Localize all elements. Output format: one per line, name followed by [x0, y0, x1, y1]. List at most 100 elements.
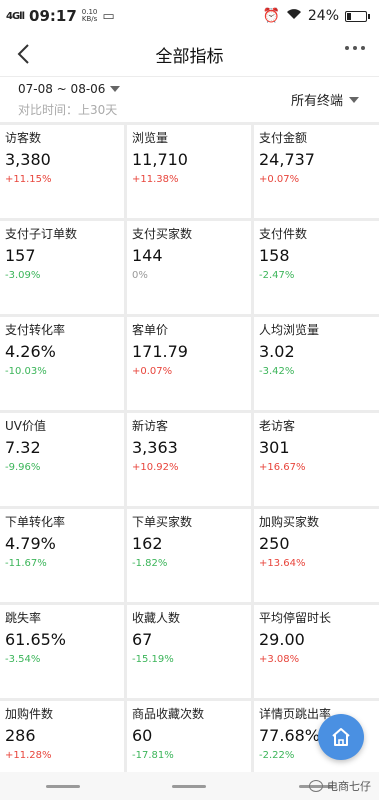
battery-icon	[345, 10, 370, 22]
metric-label: 详情页跳出率	[259, 707, 332, 721]
nav-bar: 全部指标	[0, 32, 379, 76]
metric-card[interactable]: 支付子订单数 157 -3.09%	[0, 221, 124, 314]
metric-change: -2.22%	[259, 750, 295, 761]
home-button[interactable]	[318, 714, 364, 760]
metric-label: 跳失率	[5, 611, 42, 625]
network-speed-unit: KB/s	[81, 15, 98, 23]
metric-label: 商品收藏次数	[132, 707, 205, 721]
metric-label: 新访客	[132, 419, 169, 433]
metric-card[interactable]: 下单转化率 4.79% -11.67%	[0, 509, 124, 602]
metric-value: 67	[132, 630, 153, 649]
alarm-icon: ⏰	[262, 8, 280, 24]
network-speed: 0.10 KB/s	[82, 9, 98, 23]
metric-change: -9.96%	[5, 462, 41, 473]
metric-card[interactable]: UV价值 7.32 -9.96%	[0, 413, 124, 506]
caret-down-icon	[110, 86, 121, 92]
metric-value: 7.32	[5, 438, 41, 457]
metric-value: 162	[132, 534, 163, 553]
metric-label: 平均停留时长	[259, 611, 332, 625]
metric-card[interactable]: 支付买家数 144 0%	[127, 221, 251, 314]
metric-label: 人均浏览量	[259, 323, 320, 337]
metric-label: 支付金额	[259, 131, 308, 145]
chevron-left-icon	[17, 44, 29, 64]
metric-change: -2.47%	[259, 270, 295, 281]
metric-change: -17.81%	[132, 750, 174, 761]
metric-change: -3.54%	[5, 654, 41, 665]
metric-card[interactable]: 人均浏览量 3.02 -3.42%	[254, 317, 379, 410]
notification-icon: ▭	[102, 8, 115, 24]
more-menu-button[interactable]	[345, 46, 365, 50]
terminal-selector[interactable]: 所有终端	[291, 90, 359, 109]
metric-card[interactable]: 支付金额 24,737 +0.07%	[254, 125, 379, 218]
metric-label: 加购买家数	[259, 515, 320, 529]
metric-change: +11.38%	[132, 174, 179, 185]
more-dot-icon	[353, 46, 357, 50]
metric-change: -10.03%	[5, 366, 47, 377]
metric-card[interactable]: 客单价 171.79 +0.07%	[127, 317, 251, 410]
metric-change: +16.67%	[259, 462, 306, 473]
metric-value: 4.26%	[5, 342, 56, 361]
metric-card[interactable]: 老访客 301 +16.67%	[254, 413, 379, 506]
status-bar: 4Gll 09:17 0.10 KB/s ▭ ⏰ 24%	[0, 0, 379, 32]
nav-gesture-line[interactable]	[46, 784, 81, 788]
metric-label: 加购件数	[5, 707, 54, 721]
status-left: 4Gll 09:17 0.10 KB/s ▭	[6, 7, 115, 25]
metric-change: +11.28%	[5, 750, 52, 761]
signal-icon: 4Gll	[6, 10, 25, 22]
metric-card[interactable]: 新访客 3,363 +10.92%	[127, 413, 251, 506]
metric-label: 下单买家数	[132, 515, 193, 529]
date-range-selector[interactable]: 07-08 ~ 08-06	[18, 82, 121, 96]
metric-label: 支付买家数	[132, 227, 193, 241]
metric-label: 老访客	[259, 419, 296, 433]
metric-label: 支付转化率	[5, 323, 66, 337]
metric-label: 客单价	[132, 323, 169, 337]
metric-change: +10.92%	[132, 462, 179, 473]
metric-change: -15.19%	[132, 654, 174, 665]
metric-change: +0.07%	[132, 366, 173, 377]
filter-bar: 07-08 ~ 08-06 对比时间：上30天 所有终端	[0, 76, 379, 122]
metric-card[interactable]: 访客数 3,380 +11.15%	[0, 125, 124, 218]
metric-change: -3.42%	[259, 366, 295, 377]
wechat-icon	[309, 780, 323, 792]
metric-change: -1.82%	[132, 558, 168, 569]
metric-change: 0%	[132, 270, 148, 281]
nav-gesture-line[interactable]	[172, 784, 207, 788]
metric-change: -3.09%	[5, 270, 41, 281]
metric-value: 60	[132, 726, 153, 745]
metric-value: 61.65%	[5, 630, 67, 649]
page-title: 全部指标	[155, 46, 224, 67]
clock-time: 09:17	[29, 7, 77, 25]
watermark-text: 电商七仔	[327, 780, 371, 793]
metric-value: 158	[259, 246, 290, 265]
watermark: 电商七仔	[309, 778, 371, 794]
metric-change: +11.15%	[5, 174, 52, 185]
metric-value: 3.02	[259, 342, 295, 361]
metric-value: 157	[5, 246, 36, 265]
metric-card[interactable]: 支付转化率 4.26% -10.03%	[0, 317, 124, 410]
metric-value: 3,363	[132, 438, 178, 457]
metric-card[interactable]: 收藏人数 67 -15.19%	[127, 605, 251, 698]
wifi-icon	[286, 8, 302, 24]
metric-value: 24,737	[259, 150, 315, 169]
metric-card[interactable]: 平均停留时长 29.00 +3.08%	[254, 605, 379, 698]
metric-label: UV价值	[5, 419, 46, 433]
metric-value: 4.79%	[5, 534, 56, 553]
back-button[interactable]	[10, 40, 38, 68]
metric-card[interactable]: 下单买家数 162 -1.82%	[127, 509, 251, 602]
metric-value: 286	[5, 726, 36, 745]
metric-change: +13.64%	[259, 558, 306, 569]
metric-change: -11.67%	[5, 558, 47, 569]
metric-card[interactable]: 浏览量 11,710 +11.38%	[127, 125, 251, 218]
metric-card[interactable]: 跳失率 61.65% -3.54%	[0, 605, 124, 698]
metric-label: 支付件数	[259, 227, 308, 241]
metric-value: 171.79	[132, 342, 188, 361]
metric-label: 下单转化率	[5, 515, 66, 529]
more-dot-icon	[361, 46, 365, 50]
metric-card[interactable]: 加购买家数 250 +13.64%	[254, 509, 379, 602]
metric-value: 11,710	[132, 150, 188, 169]
more-dot-icon	[345, 46, 349, 50]
metric-value: 144	[132, 246, 163, 265]
metric-label: 访客数	[5, 131, 42, 145]
metric-label: 收藏人数	[132, 611, 181, 625]
metric-card[interactable]: 支付件数 158 -2.47%	[254, 221, 379, 314]
